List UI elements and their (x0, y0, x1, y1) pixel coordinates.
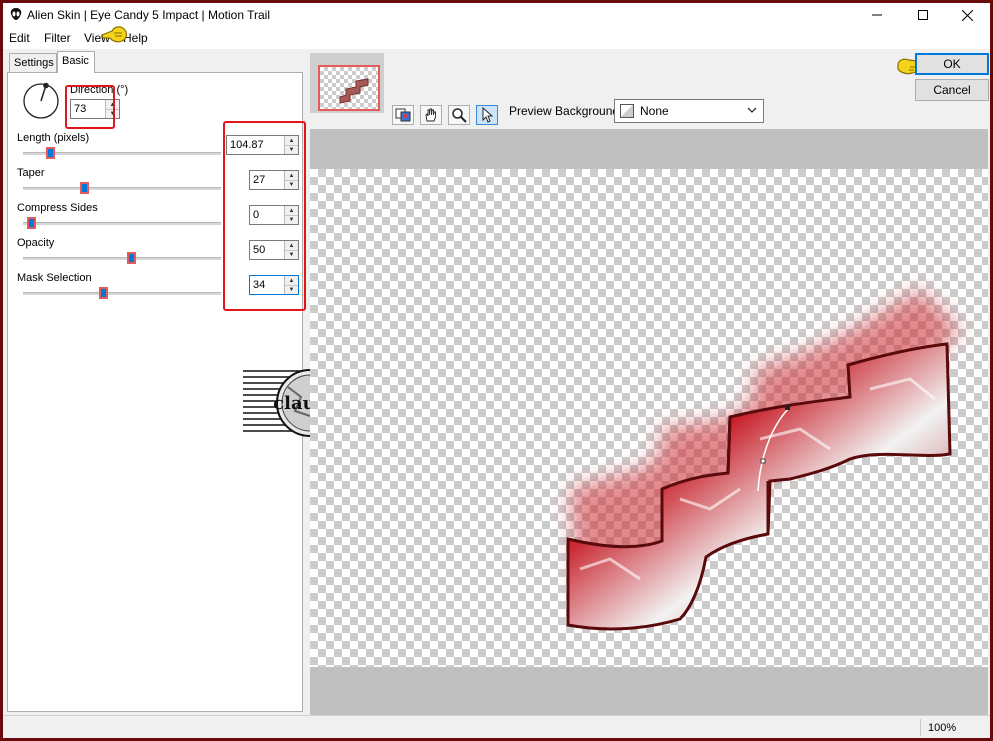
transparency-checkerboard (310, 169, 988, 667)
cancel-button-label: Cancel (933, 83, 971, 97)
preview-toggle-button[interactable] (392, 105, 414, 125)
thumbnail-strip (310, 53, 384, 113)
chevron-down-icon (747, 107, 757, 113)
motion-trail-preview-image (566, 289, 960, 631)
alien-skin-logo-icon (10, 8, 22, 20)
taper-label: Taper (17, 167, 45, 179)
slider-thumb[interactable] (46, 147, 55, 159)
compress-sides-label: Compress Sides (17, 202, 98, 214)
slider-track (23, 292, 221, 295)
pointing-hand-icon (101, 26, 128, 43)
title-bar: Alien Skin | Eye Candy 5 Impact | Motion… (3, 3, 990, 27)
length-pixels-slider[interactable] (23, 147, 221, 159)
menu-bar: Edit Filter View Help (3, 26, 990, 49)
tab-basic-label: Basic (62, 55, 89, 67)
preview-background-select[interactable]: None (614, 99, 764, 123)
opacity-slider[interactable] (23, 252, 221, 264)
taper-slider[interactable] (23, 182, 221, 194)
ok-button[interactable]: OK (915, 53, 989, 75)
slider-track (23, 187, 221, 190)
select-tool-button[interactable] (476, 105, 498, 125)
preview-background-label: Preview Background: (509, 104, 623, 118)
hand-icon (425, 108, 436, 122)
opacity-label: Opacity (17, 237, 55, 249)
length-pixels-label: Length (pixels) (17, 132, 90, 144)
background-swatch (620, 104, 634, 118)
zoom-icon (452, 108, 467, 123)
preview-background-value: None (640, 104, 669, 118)
close-icon (961, 9, 973, 21)
maximize-button[interactable] (900, 3, 946, 27)
close-button[interactable] (944, 3, 990, 27)
slider-thumb[interactable] (99, 287, 108, 299)
preview-thumbnail[interactable] (318, 65, 380, 111)
values-highlight-box (223, 121, 306, 311)
direction-highlight-box (65, 85, 115, 129)
status-divider (920, 719, 921, 736)
slider-thumb[interactable] (127, 252, 136, 264)
mask-selection-slider[interactable] (23, 287, 221, 299)
status-bar: 100% (3, 715, 990, 738)
slider-track (23, 257, 221, 260)
mask-selection-label: Mask Selection (17, 272, 92, 284)
window-title: Alien Skin | Eye Candy 5 Impact | Motion… (27, 8, 271, 22)
preview-toggle-icon (395, 108, 411, 122)
tab-settings[interactable]: Settings (9, 53, 57, 72)
preview-canvas[interactable] (310, 129, 988, 715)
hand-tool-button[interactable] (420, 105, 442, 125)
arrow-icon (482, 107, 494, 123)
tab-basic[interactable]: Basic (57, 51, 95, 73)
tab-settings-label: Settings (14, 57, 54, 69)
slider-track (23, 222, 221, 225)
minimize-button[interactable] (854, 3, 900, 27)
cancel-button[interactable]: Cancel (915, 79, 989, 101)
menu-edit[interactable]: Edit (9, 31, 30, 45)
thumbnail-image (339, 78, 369, 104)
maximize-icon (918, 10, 928, 20)
preview-area: Preview Background: None OK Cancel (308, 49, 990, 715)
menu-filter[interactable]: Filter (44, 31, 71, 45)
ok-button-label: OK (943, 57, 961, 71)
zoom-level: 100% (928, 722, 957, 734)
slider-thumb[interactable] (27, 217, 36, 229)
settings-panel: Settings Basic Direction (°) 73 ▲ ▼ Leng… (7, 49, 377, 713)
direction-dial[interactable] (22, 82, 60, 120)
compress-sides-slider[interactable] (23, 217, 221, 229)
dialog-window: Alien Skin | Eye Candy 5 Impact | Motion… (3, 3, 990, 738)
minimize-icon (872, 14, 882, 16)
slider-thumb[interactable] (80, 182, 89, 194)
zoom-tool-button[interactable] (448, 105, 470, 125)
